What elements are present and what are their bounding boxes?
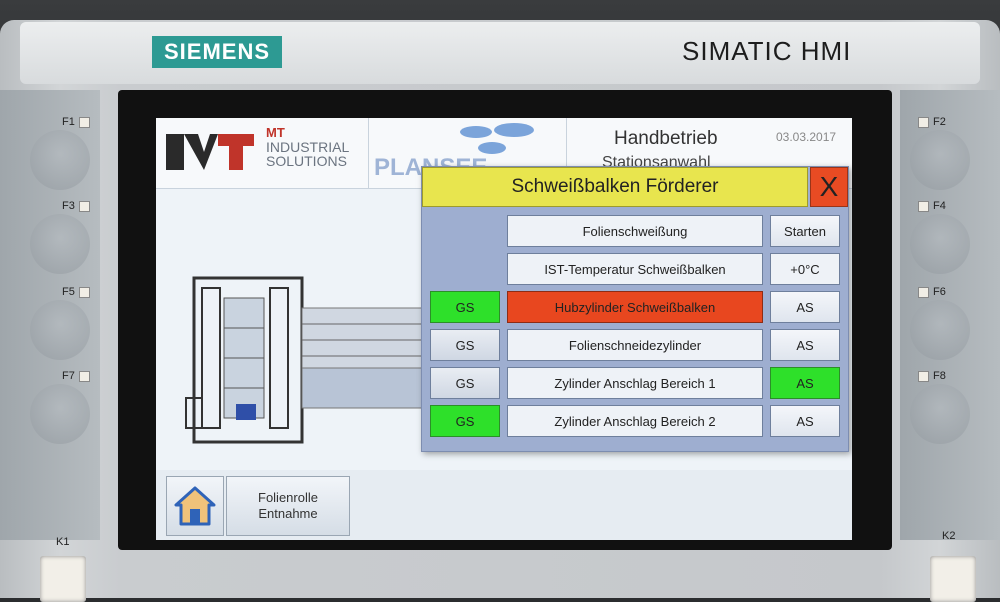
gs-button-folienschneidezylinder[interactable]: GS: [430, 329, 500, 361]
as-button-anschlag-2[interactable]: AS: [770, 405, 840, 437]
mt-logo-icon: [166, 134, 254, 170]
hmi-screen: MT INDUSTRIAL SOLUTIONS PLANSEE Handbetr…: [156, 118, 852, 540]
function-key-label: F2: [933, 116, 946, 128]
led-indicator: [918, 370, 929, 382]
function-key-f7[interactable]: F7: [62, 370, 90, 382]
company-line2: INDUSTRIAL: [266, 139, 350, 155]
folienrolle-entnahme-button[interactable]: Folienrolle Entnahme: [226, 476, 350, 536]
label-anschlag-1: Zylinder Anschlag Bereich 1: [507, 367, 763, 399]
led-indicator: [918, 286, 929, 298]
date-label: 03.03.2017: [776, 130, 837, 144]
function-key-f1[interactable]: F1: [62, 116, 90, 128]
function-key-f4[interactable]: F4: [918, 200, 946, 212]
siemens-logo: SIEMENS: [152, 36, 282, 68]
function-key-label: F4: [933, 200, 946, 212]
led-indicator: [78, 116, 90, 128]
plansee-logo-icon: [460, 123, 534, 154]
as-button-anschlag-1[interactable]: AS: [770, 367, 840, 399]
function-key-f5[interactable]: F5: [62, 286, 90, 298]
schweissbalken-dialog: Schweißbalken Förderer X Folienschweißun…: [421, 166, 849, 452]
model-label: SIMATIC HMI: [682, 36, 852, 66]
gs-button-anschlag-2[interactable]: GS: [430, 405, 500, 437]
gs-button-anschlag-1[interactable]: GS: [430, 367, 500, 399]
label-anschlag-2: Zylinder Anschlag Bereich 2: [507, 405, 763, 437]
k2-key[interactable]: [930, 556, 976, 602]
gs-button-hubzylinder[interactable]: GS: [430, 291, 500, 323]
led-indicator: [78, 286, 90, 298]
as-button-hubzylinder[interactable]: AS: [770, 291, 840, 323]
button-label-line2: Entnahme: [258, 506, 318, 521]
function-key-f2[interactable]: F2: [918, 116, 946, 128]
company-line1: MT: [266, 125, 285, 140]
home-button[interactable]: [166, 476, 224, 536]
label-folienschweissung: Folienschweißung: [507, 215, 763, 247]
function-key-f3[interactable]: F3: [62, 200, 90, 212]
starten-button[interactable]: Starten: [770, 215, 840, 247]
label-ist-temperatur: IST-Temperatur Schweißbalken: [507, 253, 763, 285]
temperature-value: +0°C: [770, 253, 840, 285]
company-line3: SOLUTIONS: [266, 153, 347, 169]
function-key-f8[interactable]: F8: [918, 370, 946, 382]
k-key-label: K1: [56, 536, 70, 548]
function-key-label: F8: [933, 370, 946, 382]
close-button[interactable]: X: [810, 167, 848, 207]
machine-schematic: [178, 268, 438, 448]
label-folienschneidezylinder: Folienschneidezylinder: [507, 329, 763, 361]
function-key-f6[interactable]: F6: [918, 286, 946, 298]
as-button-folienschneidezylinder[interactable]: AS: [770, 329, 840, 361]
dialog-title: Schweißbalken Förderer: [422, 167, 808, 207]
led-indicator: [78, 370, 90, 382]
k1-key[interactable]: [40, 556, 86, 602]
label-hubzylinder: Hubzylinder Schweißbalken: [507, 291, 763, 323]
function-key-label: F1: [62, 116, 75, 128]
k-key-label: K2: [942, 530, 956, 542]
function-key-label: F3: [62, 200, 75, 212]
button-label-line1: Folienrolle: [258, 490, 318, 505]
led-indicator: [78, 200, 90, 212]
home-icon: [174, 486, 216, 526]
led-indicator: [918, 200, 929, 212]
function-key-label: F7: [62, 370, 75, 382]
led-indicator: [918, 116, 929, 128]
mode-label: Handbetrieb: [614, 128, 718, 149]
function-key-label: F6: [933, 286, 946, 298]
company-name: MT INDUSTRIAL SOLUTIONS: [266, 125, 350, 169]
header-divider: [368, 118, 369, 188]
function-key-label: F5: [62, 286, 75, 298]
